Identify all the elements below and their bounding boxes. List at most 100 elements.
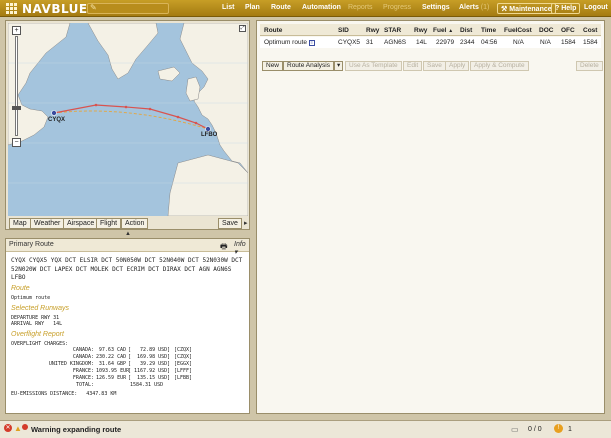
col-fuelcost[interactable]: FuelCost — [504, 27, 532, 34]
col-ofc[interactable]: OFC — [561, 27, 575, 34]
warning-icon[interactable]: ▲ — [14, 424, 22, 433]
col-sid[interactable]: SID — [338, 27, 349, 34]
help-button[interactable]: ? Help — [551, 3, 581, 14]
charge-usd: [ 135.15 USD] — [128, 375, 171, 381]
charge-amount: 97.63 CAD — [98, 347, 126, 353]
map-save-button[interactable]: Save — [218, 218, 242, 229]
route-string-text: CYQX CYQX5 YQX DCT ELSIR DCT 50N050W DCT… — [11, 257, 243, 281]
route-detail-icon[interactable]: ≡ — [308, 40, 315, 46]
nav-plan[interactable]: Plan — [245, 4, 260, 11]
primary-route-title: Primary Route — [9, 241, 54, 248]
error-icon[interactable]: ✕ — [4, 424, 12, 432]
delete-button[interactable]: Delete — [576, 61, 603, 71]
charge-usd: [ 39.29 USD] — [128, 361, 171, 367]
message-icon[interactable]: ▭ — [511, 425, 519, 434]
edit-button[interactable]: Edit — [403, 61, 423, 71]
destination-airport-marker — [205, 126, 211, 132]
charge-amount: 126.59 EUR — [96, 375, 127, 381]
uk-landmass — [185, 76, 201, 102]
cell-star: AGN6S — [384, 39, 407, 46]
zoom-out-icon[interactable]: − — [12, 138, 21, 147]
error-indicator-icon — [22, 424, 28, 430]
expand-map-icon[interactable]: ⤢ — [239, 25, 246, 32]
printer-icon[interactable]: 🖶 — [220, 241, 228, 255]
route-name: Optimum route — [264, 39, 307, 46]
col-time[interactable]: Time — [481, 27, 496, 34]
route-name-text: Optimum route — [11, 295, 51, 301]
charge-usd: [ 169.98 USD] — [128, 354, 171, 360]
charge-fir-code: [LFFF] — [174, 368, 193, 374]
route-section-heading: Route — [11, 285, 30, 292]
route-waypoints — [94, 103, 198, 125]
wrench-icon: ⚒ — [501, 6, 508, 13]
airspace-tab[interactable]: Airspace — [63, 218, 99, 229]
arrow-right-icon[interactable]: ▸ — [244, 219, 248, 227]
flight-tab[interactable]: Flight — [96, 218, 122, 229]
nav-reports[interactable]: Reports — [348, 4, 373, 11]
message-counter: 0 / 0 — [528, 426, 542, 433]
planned-route-path — [53, 104, 209, 130]
route-list-panel: Route SID Rwy STAR Rwy Fuel ▲ Dist Time … — [256, 20, 605, 414]
map-tab[interactable]: Map — [9, 218, 31, 229]
top-navigation-bar: NAVBLUE ✎ List Plan Route Automation Rep… — [0, 0, 611, 17]
nav-progress[interactable]: Progress — [383, 4, 411, 11]
use-as-template-button[interactable]: Use As Template — [345, 61, 402, 71]
weather-tab[interactable]: Weather — [30, 218, 65, 229]
charge-fir-code: [LFBB] — [174, 375, 193, 381]
status-message: Warning expanding route — [31, 425, 122, 434]
col-rwy-departure[interactable]: Rwy — [366, 27, 379, 34]
col-route[interactable]: Route — [264, 27, 282, 34]
iceland-landmass — [157, 66, 181, 82]
zoom-slider-handle[interactable] — [12, 106, 21, 110]
cell-fuel: 22979 — [436, 39, 455, 46]
apps-grid-icon[interactable] — [6, 3, 17, 14]
table-row[interactable]: Optimum route ≡ CYQX5 31 AGN6S 14L 22979… — [260, 37, 601, 48]
new-button[interactable]: New — [262, 61, 284, 71]
col-doc[interactable]: DOC — [539, 27, 553, 34]
destination-airport-label: LFBO — [201, 132, 218, 138]
col-star[interactable]: STAR — [384, 27, 401, 34]
action-tab[interactable]: Action — [121, 218, 149, 229]
sort-ascending-icon: ▲ — [448, 28, 454, 34]
col-cost[interactable]: Cost — [583, 27, 597, 34]
cell-dist: 2344 — [460, 39, 475, 46]
charge-country: CANADA: — [72, 354, 94, 360]
route-analysis-button[interactable]: Route Analysis — [283, 61, 334, 71]
route-map[interactable]: CYQX LFBO + − ⤢ — [8, 23, 248, 216]
zoom-in-icon[interactable]: + — [12, 26, 21, 35]
nav-alerts[interactable]: Alerts (1) — [459, 4, 489, 11]
apply-compute-button[interactable]: Apply & Compute — [470, 61, 529, 71]
charge-row: FRANCE: 126.59 EUR [ 135.15 USD] [LFBB] — [6, 375, 249, 381]
chevron-down-icon: ▾ — [234, 249, 238, 256]
primary-route-panel: Primary Route 🖶 Info ▾ CYQX CYQX5 YQX DC… — [5, 238, 250, 414]
col-rwy-arrival[interactable]: Rwy — [414, 27, 427, 34]
nav-settings[interactable]: Settings — [422, 4, 450, 11]
cell-fuelcost: N/A — [513, 39, 524, 46]
route-analysis-dropdown-icon[interactable]: ▾ — [334, 61, 344, 71]
col-fuel[interactable]: Fuel ▲ — [433, 27, 453, 34]
charge-row: CANADA: 230.22 CAD [ 169.98 USD] [CZQX] — [6, 354, 249, 360]
flight-search-input[interactable]: ✎ — [87, 3, 169, 14]
cell-sid: CYQX5 — [338, 39, 361, 46]
collapse-up-icon[interactable]: ▲ — [125, 231, 131, 237]
col-fuel-label: Fuel — [433, 27, 447, 34]
nav-list[interactable]: List — [222, 4, 234, 11]
cell-rwy-departure: 31 — [366, 39, 374, 46]
nav-automation[interactable]: Automation — [302, 4, 341, 11]
cell-doc: N/A — [540, 39, 551, 46]
alerts-label: Alerts — [459, 4, 479, 11]
info-dropdown[interactable]: Info ▾ — [234, 241, 249, 256]
nav-logout[interactable]: Logout — [584, 4, 608, 11]
col-dist[interactable]: Dist — [460, 27, 472, 34]
charge-country: FRANCE: — [72, 375, 94, 381]
apply-button[interactable]: Apply — [445, 61, 470, 71]
alert-bell-icon[interactable]: ! — [554, 424, 563, 433]
charge-amount: 1093.95 EUR — [96, 368, 130, 374]
save-button[interactable]: Save — [423, 61, 446, 71]
cell-route: Optimum route ≡ — [264, 39, 315, 46]
charge-row: FRANCE: 1093.95 EUR [ 1167.92 USD] [LFFF… — [6, 368, 249, 374]
maintenance-button[interactable]: ⚒ Maintenance — [497, 3, 556, 14]
zoom-slider[interactable]: + − — [12, 26, 21, 148]
nav-route[interactable]: Route — [271, 4, 291, 11]
charge-total-row: TOTAL: 1584.31 USD — [6, 382, 249, 388]
